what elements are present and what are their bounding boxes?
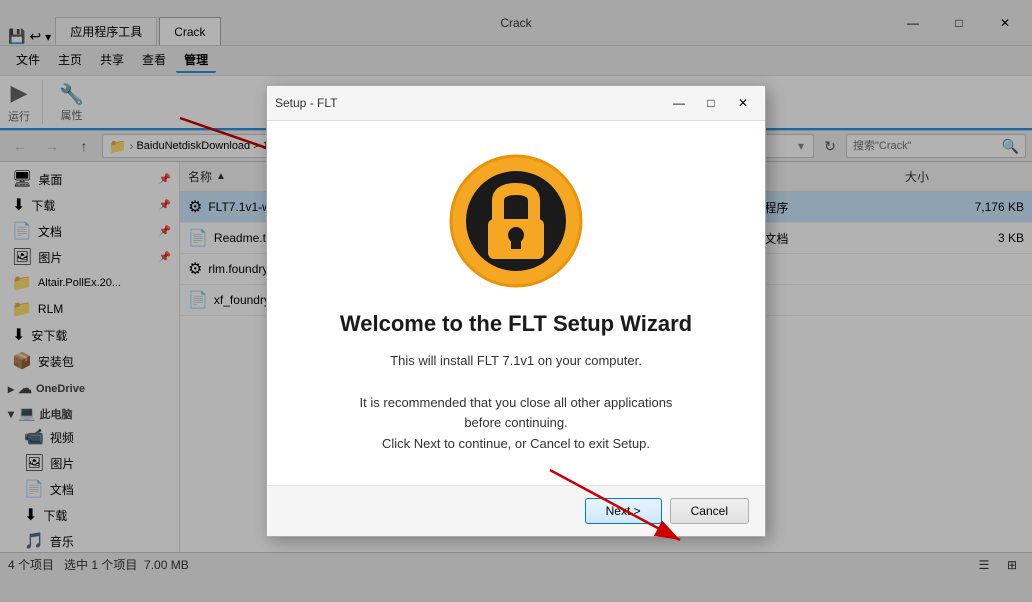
setup-dialog: Setup - FLT — □ ✕ — [266, 85, 766, 537]
cancel-button[interactable]: Cancel — [670, 498, 749, 524]
dialog-controls: — □ ✕ — [665, 92, 757, 114]
dialog-footer: Next > Cancel — [267, 485, 765, 536]
dialog-body: Welcome to the FLT Setup Wizard This wil… — [267, 121, 765, 485]
dialog-title: Setup - FLT — [275, 96, 337, 110]
dialog-minimize-button[interactable]: — — [665, 92, 693, 114]
dialog-close-button[interactable]: ✕ — [729, 92, 757, 114]
dialog-maximize-button[interactable]: □ — [697, 92, 725, 114]
dialog-overlay: Setup - FLT — □ ✕ — [0, 0, 1032, 602]
lock-icon-wrap — [446, 151, 586, 291]
dialog-heading: Welcome to the FLT Setup Wizard — [340, 311, 692, 337]
dialog-titlebar: Setup - FLT — □ ✕ — [267, 86, 765, 121]
lock-icon — [446, 151, 586, 291]
next-button[interactable]: Next > — [585, 498, 662, 524]
dialog-text: This will install FLT 7.1v1 on your comp… — [346, 351, 686, 455]
